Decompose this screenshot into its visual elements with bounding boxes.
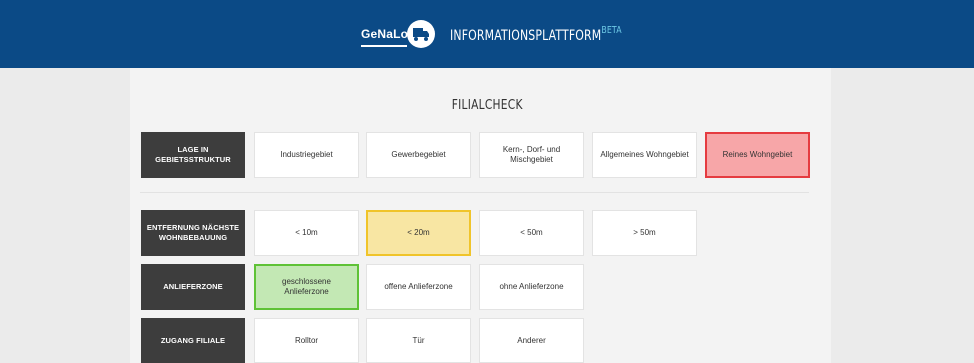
label-lage: LAGE IN GEBIETSSTRUKTUR — [141, 132, 245, 178]
label-zugang-text: ZUGANG FILIALE — [160, 335, 226, 345]
option-geschlossene-anlieferzone[interactable]: geschlossene Anlieferzone — [254, 264, 359, 310]
beta-badge: BETA — [601, 25, 622, 36]
option-label: Reines Wohngebiet — [722, 150, 793, 159]
option-lt-10m[interactable]: < 10m — [254, 210, 359, 256]
section-divider — [140, 192, 809, 193]
option-offene-anlieferzone[interactable]: offene Anlieferzone — [366, 264, 471, 310]
option-label: < 20m — [407, 228, 430, 237]
option-label: > 50m — [633, 228, 656, 237]
top-header: GeNaLog INFORMATIONSPLATTFORMBETA — [0, 0, 974, 68]
genalog-logo[interactable]: GeNaLog — [361, 20, 435, 53]
option-label: Anderer — [517, 335, 546, 345]
option-label: Gewerbegebiet — [391, 150, 446, 159]
option-kern-dorf-mischgebiet[interactable]: Kern-, Dorf- und Mischgebiet — [479, 132, 584, 178]
option-label: Allgemeines Wohngebiet — [600, 150, 689, 159]
label-zugang-filiale: ZUGANG FILIALE — [141, 318, 245, 363]
option-gewerbegebiet[interactable]: Gewerbegebiet — [366, 132, 471, 178]
option-label: < 10m — [295, 228, 318, 237]
option-label: < 50m — [520, 228, 543, 237]
label-anlieferzone: ANLIEFERZONE — [141, 264, 245, 310]
logo-underline — [361, 45, 407, 47]
option-industriegebiet[interactable]: Industriegebiet — [254, 132, 359, 178]
option-reines-wohngebiet[interactable]: Reines Wohngebiet — [705, 132, 810, 178]
option-anderer[interactable]: Anderer — [479, 318, 584, 363]
option-rolltor[interactable]: Rolltor — [254, 318, 359, 363]
option-label: offene Anlieferzone — [384, 282, 453, 291]
option-label: Tür — [412, 335, 425, 345]
option-gt-50m[interactable]: > 50m — [592, 210, 697, 256]
option-lt-20m[interactable]: < 20m — [366, 210, 471, 256]
option-label: Industriegebiet — [280, 150, 333, 159]
page-title-text: FILIALCHECK — [451, 98, 523, 113]
option-ohne-anlieferzone[interactable]: ohne Anlieferzone — [479, 264, 584, 310]
truck-icon — [407, 20, 435, 48]
option-label: geschlossene Anlieferzone — [282, 277, 331, 296]
option-label: Kern-, Dorf- und Mischgebiet — [502, 145, 561, 164]
platform-title-text: INFORMATIONSPLATTFORM — [450, 28, 602, 44]
label-anlieferzone-text: ANLIEFERZONE — [163, 282, 223, 291]
option-label: Rolltor — [294, 335, 319, 345]
option-tuer[interactable]: Tür — [366, 318, 471, 363]
page-title: FILIALCHECK — [0, 98, 974, 113]
label-entfernung: ENTFERNUNG NÄCHSTE WOHNBEBAUUNG — [141, 210, 245, 256]
option-label: ohne Anlieferzone — [499, 282, 564, 291]
label-lage-text: LAGE IN GEBIETSSTRUKTUR — [155, 145, 231, 164]
label-entfernung-text: ENTFERNUNG NÄCHSTE WOHNBEBAUUNG — [146, 223, 240, 242]
option-lt-50m[interactable]: < 50m — [479, 210, 584, 256]
platform-title: INFORMATIONSPLATTFORMBETA — [450, 25, 622, 44]
option-allgemeines-wohngebiet[interactable]: Allgemeines Wohngebiet — [592, 132, 697, 178]
